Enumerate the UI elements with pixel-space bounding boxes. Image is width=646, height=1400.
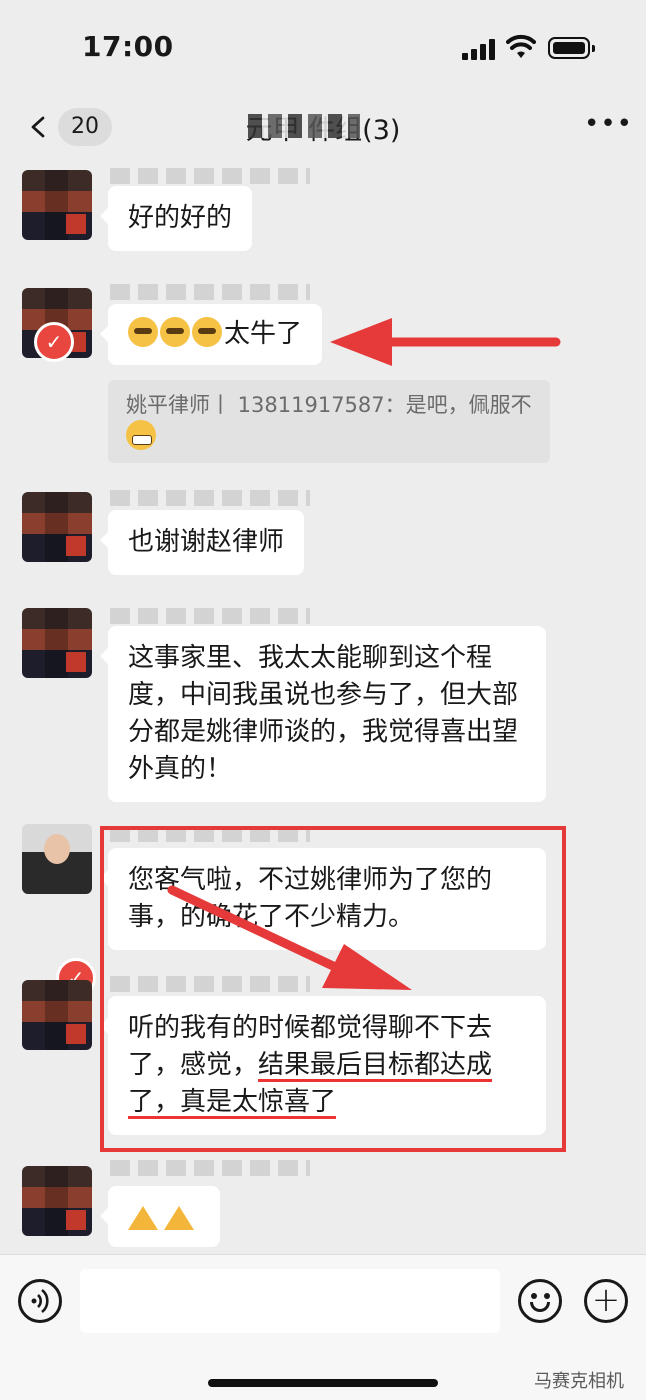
message-bubble[interactable]: 这事家里、我太太能聊到这个程度，中间我虽说也参与了，但大部分都是姚律师谈的，我觉… xyxy=(100,626,546,802)
chat-message-list[interactable]: 好的好的 ✓ 太牛了 姚平律师丨 13811917587：是吧，佩服不 也谢谢赵… xyxy=(0,160,646,1254)
status-bar: 17:00 xyxy=(0,0,646,96)
avatar[interactable] xyxy=(22,824,92,894)
smile-icon xyxy=(530,1302,550,1312)
unread-count-badge: 20 xyxy=(58,108,112,146)
wifi-icon xyxy=(506,34,536,58)
home-indicator xyxy=(208,1379,438,1387)
message-bubble[interactable]: 好的好的 xyxy=(99,186,253,251)
avatar[interactable] xyxy=(22,1166,92,1236)
avatar[interactable] xyxy=(22,608,92,678)
more-options-button[interactable]: ••• xyxy=(584,111,632,137)
check-badge-icon: ✓ xyxy=(34,322,74,362)
message-input-bar: + 马赛克相机 xyxy=(0,1254,646,1400)
emoji-button[interactable] xyxy=(518,1279,562,1323)
sender-name-blurred xyxy=(110,1160,310,1176)
red-arrow-icon xyxy=(330,318,561,366)
back-button[interactable]: 20 xyxy=(18,104,118,150)
thinking-emoji-icon xyxy=(192,317,222,347)
avatar[interactable] xyxy=(22,170,92,240)
message-text: 太牛了 xyxy=(224,319,303,349)
sender-name-blurred xyxy=(110,284,310,300)
sender-name-blurred xyxy=(110,168,310,184)
thinking-emoji-icon xyxy=(160,317,190,347)
message-input[interactable] xyxy=(80,1269,500,1333)
quoted-reply[interactable]: 姚平律师丨 13811917587：是吧，佩服不 xyxy=(108,380,550,463)
pray-emoji-icon xyxy=(164,1206,194,1230)
avatar[interactable] xyxy=(22,980,92,1050)
mosaic-blur xyxy=(248,114,360,138)
quote-text: 姚平律师丨 13811917587：是吧，佩服不 xyxy=(126,393,532,417)
thinking-emoji-icon xyxy=(128,317,158,347)
sender-name-blurred xyxy=(110,490,310,506)
pray-emoji-icon xyxy=(128,1206,158,1230)
more-actions-button[interactable]: + xyxy=(584,1279,628,1323)
chat-header: 20 元甲 件组(3) ••• xyxy=(0,96,646,160)
message-bubble[interactable]: 也谢谢赵律师 xyxy=(99,510,305,575)
grin-emoji-icon xyxy=(126,420,156,450)
red-highlight-box xyxy=(100,826,566,1152)
watermark: 马赛克相机 xyxy=(534,1371,624,1392)
status-time: 17:00 xyxy=(82,30,174,63)
voice-input-button[interactable] xyxy=(18,1279,62,1323)
chevron-left-icon xyxy=(31,116,45,138)
voice-icon xyxy=(31,1288,49,1314)
message-bubble[interactable]: 太牛了 xyxy=(99,304,323,365)
signal-icon xyxy=(462,38,496,60)
sender-name-blurred xyxy=(110,608,310,624)
message-bubble[interactable] xyxy=(100,1186,220,1247)
battery-icon xyxy=(548,37,595,59)
avatar[interactable] xyxy=(22,492,92,562)
